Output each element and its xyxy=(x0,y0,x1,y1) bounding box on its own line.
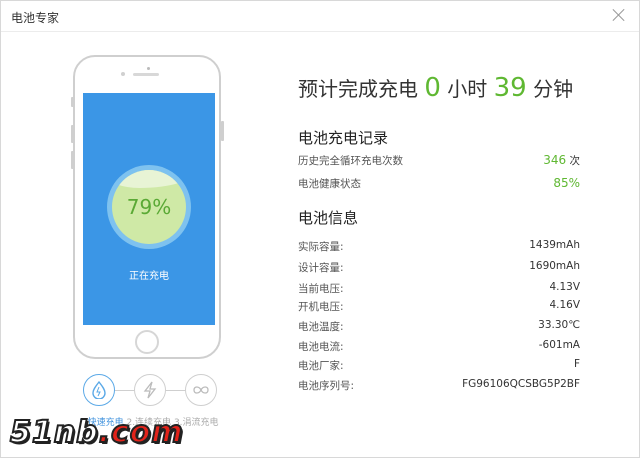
hours-value: 0 xyxy=(424,73,441,103)
step-trickle-charge[interactable] xyxy=(185,374,217,406)
hours-unit: 小时 xyxy=(447,77,488,101)
phone-sensor xyxy=(147,67,150,70)
minutes-value: 39 xyxy=(493,73,527,103)
charge-record-title: 电池充电记录 xyxy=(298,129,389,147)
cycles-row: 历史完全循环充电次数 346 次 xyxy=(298,153,580,168)
estimated-completion: 预计完成充电 0 小时 39 分钟 xyxy=(298,73,573,103)
info-row: 实际容量: 1439mAh xyxy=(298,239,580,254)
lightning-icon xyxy=(143,381,157,399)
title-bar: 电池专家 xyxy=(1,1,639,32)
info-label: 当前电压: xyxy=(298,283,344,295)
battery-percent: 79% xyxy=(126,195,172,219)
battery-gauge-wave xyxy=(112,170,186,188)
cycles-value: 346 xyxy=(543,153,567,167)
info-value: 33.30℃ xyxy=(538,319,580,331)
phone-illustration: 79% 正在充电 xyxy=(73,55,221,359)
health-value: 85% xyxy=(553,176,580,190)
phone-side-button xyxy=(71,97,74,107)
info-value: F xyxy=(573,358,580,370)
cycles-unit: 次 xyxy=(569,155,581,167)
info-label: 电池温度: xyxy=(298,321,344,333)
phone-side-button xyxy=(71,151,74,169)
info-row: 开机电压: 4.16V xyxy=(298,299,580,314)
health-row: 电池健康状态 85% xyxy=(298,176,580,191)
app-window: 电池专家 79% 正在充电 1.快速充电 2.连续充电 3.涓流充电 预计完成充… xyxy=(0,0,640,458)
headline-prefix: 预计完成充电 xyxy=(298,77,418,101)
info-row: 电池温度: 33.30℃ xyxy=(298,319,580,334)
phone-screen: 79% 正在充电 xyxy=(83,93,215,325)
info-row: 当前电压: 4.13V xyxy=(298,281,580,296)
info-row: 电池序列号: FG96106QCSBG5P2BF xyxy=(298,378,580,393)
battery-info-title: 电池信息 xyxy=(298,209,359,227)
info-row: 设计容量: 1690mAh xyxy=(298,260,580,275)
info-value: 1439mAh xyxy=(529,239,580,251)
health-label: 电池健康状态 xyxy=(298,178,361,190)
info-value: 4.16V xyxy=(549,299,580,311)
info-label: 设计容量: xyxy=(298,262,344,274)
battery-gauge: 79% xyxy=(107,165,191,249)
battery-gauge-fill: 79% xyxy=(112,170,186,244)
watermark-domain: .com xyxy=(98,414,184,451)
info-value: 4.13V xyxy=(549,281,580,293)
info-value: 1690mAh xyxy=(529,260,580,272)
info-label: 电池序列号: xyxy=(298,380,355,392)
info-label: 电池电流: xyxy=(298,341,344,353)
phone-side-button xyxy=(71,125,74,143)
info-label: 开机电压: xyxy=(298,301,344,313)
step-fast-charge[interactable] xyxy=(83,374,115,406)
info-label: 实际容量: xyxy=(298,241,344,253)
close-icon[interactable] xyxy=(611,7,627,23)
info-value: FG96106QCSBG5P2BF xyxy=(462,378,580,390)
phone-side-button xyxy=(221,121,224,141)
step-connector xyxy=(166,390,186,391)
phone-speaker xyxy=(133,73,159,76)
minutes-unit: 分钟 xyxy=(533,77,574,101)
charging-status: 正在充电 xyxy=(129,271,169,282)
site-watermark: 51nb.com xyxy=(9,414,184,451)
info-value: -601mA xyxy=(538,339,580,351)
cycles-value-group: 346 次 xyxy=(543,153,580,168)
step-continuous-charge[interactable] xyxy=(134,374,166,406)
phone-camera xyxy=(121,72,125,76)
cycles-label: 历史完全循环充电次数 xyxy=(298,155,403,167)
info-label: 电池厂家: xyxy=(298,360,344,372)
info-row: 电池电流: -601mA xyxy=(298,339,580,354)
phone-home-button xyxy=(135,330,159,354)
watermark-text: 51nb xyxy=(9,414,99,451)
drop-icon xyxy=(92,381,106,399)
window-title: 电池专家 xyxy=(11,11,60,25)
info-row: 电池厂家: F xyxy=(298,358,580,373)
step-connector xyxy=(113,390,135,391)
infinity-icon xyxy=(193,386,209,394)
